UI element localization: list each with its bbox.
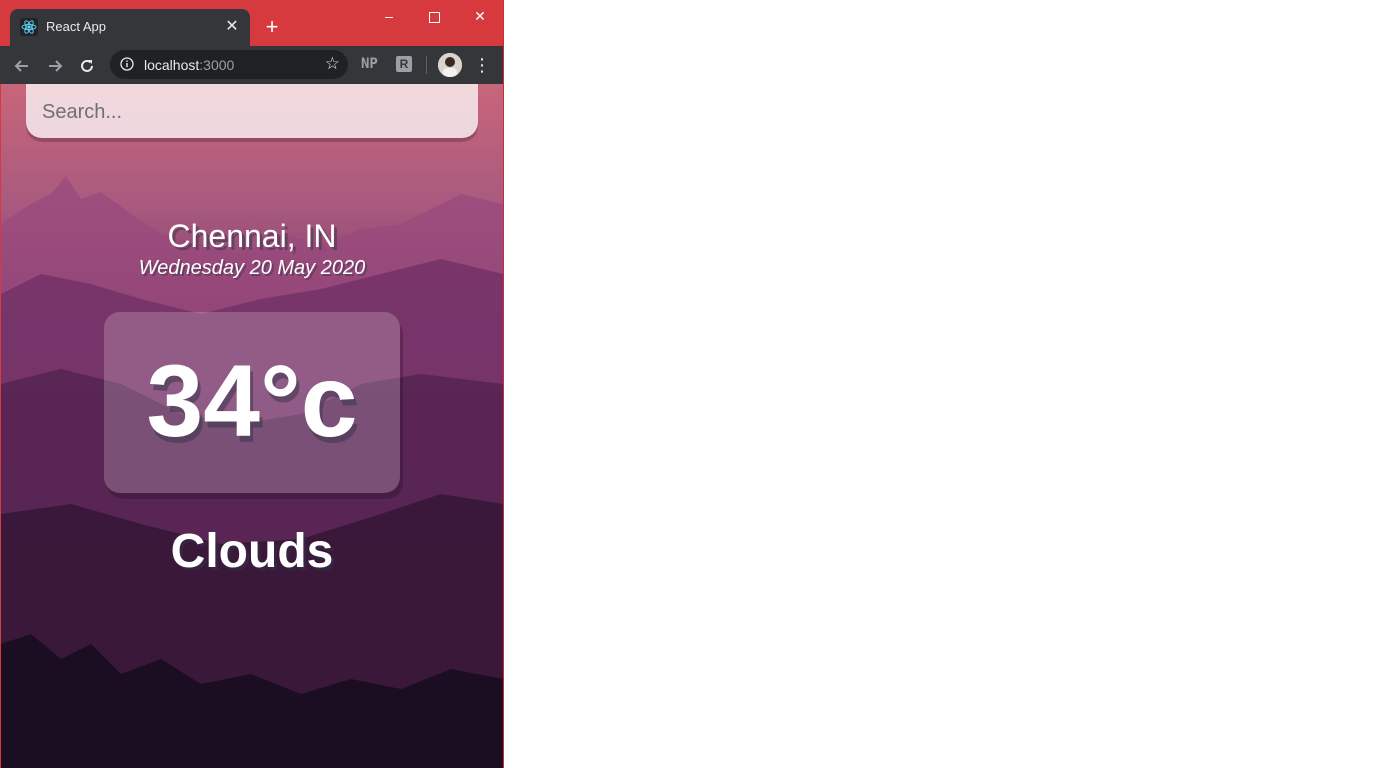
date-label: Wednesday 20 May 2020 <box>138 257 366 279</box>
extension-r-icon[interactable]: R <box>396 56 412 72</box>
title-bar: React App ✕ + – ✕ <box>0 0 503 46</box>
address-bar[interactable]: localhost:3000 ☆ <box>110 50 348 79</box>
menu-dots-icon[interactable]: ⋮ <box>472 53 492 77</box>
weather-app: Chennai, IN Wednesday 20 May 2020 34°c C… <box>1 84 503 768</box>
url-text: localhost:3000 <box>144 57 235 73</box>
tab-react-app[interactable]: React App ✕ <box>10 9 250 46</box>
back-arrow-icon[interactable] <box>10 53 34 77</box>
browser-toolbar: localhost:3000 ☆ NP R ⋮ <box>0 46 503 84</box>
reload-icon[interactable] <box>75 53 99 77</box>
toolbar-divider <box>426 56 427 74</box>
search-box <box>26 84 478 140</box>
minimize-icon[interactable]: – <box>366 0 412 32</box>
profile-avatar[interactable] <box>438 53 462 77</box>
extension-np-icon[interactable]: NP <box>361 56 378 72</box>
bookmark-star-icon[interactable]: ☆ <box>325 54 340 74</box>
maximize-icon[interactable] <box>411 0 457 32</box>
close-window-icon[interactable]: ✕ <box>457 0 503 32</box>
react-logo-icon <box>20 18 38 36</box>
info-icon[interactable] <box>120 57 134 71</box>
new-tab-button[interactable]: + <box>260 15 284 39</box>
close-tab-icon[interactable]: ✕ <box>222 17 242 37</box>
location-label: Chennai, IN <box>167 218 337 254</box>
tab-title: React App <box>46 19 106 34</box>
temperature-card: 34°c <box>104 312 400 493</box>
browser-window: React App ✕ + – ✕ localhost:3000 ☆ NP R … <box>0 0 504 768</box>
search-input[interactable] <box>40 84 464 140</box>
temperature-value: 34°c <box>146 344 358 458</box>
weather-condition: Clouds <box>170 525 334 578</box>
forward-arrow-icon[interactable] <box>43 53 67 77</box>
